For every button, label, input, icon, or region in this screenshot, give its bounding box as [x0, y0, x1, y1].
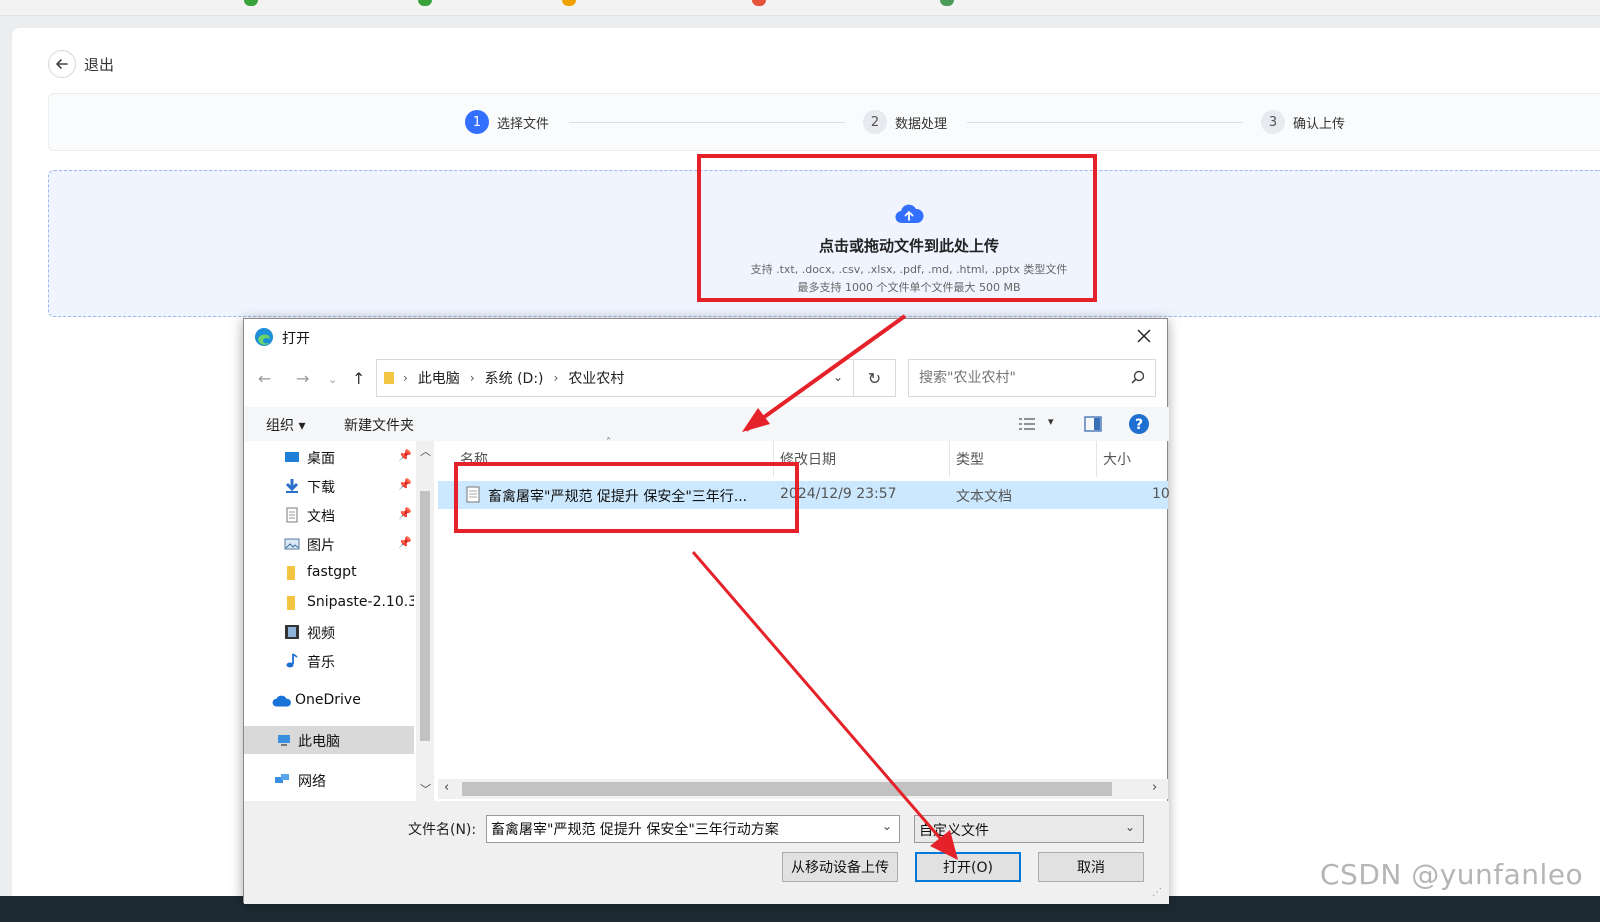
watermark: CSDN @yunfanleo	[1320, 858, 1584, 891]
annotation-arrows	[691, 314, 958, 860]
